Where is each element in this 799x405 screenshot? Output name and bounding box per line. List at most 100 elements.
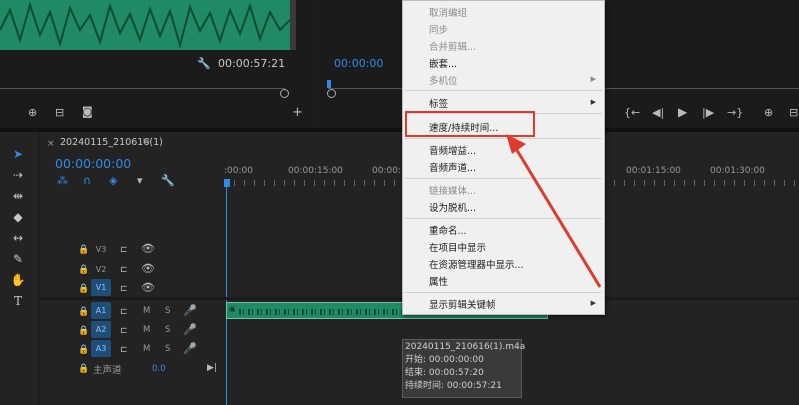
microphone-icon[interactable]: 🎤 [183,324,197,336]
audio-track-a1[interactable]: 🔒 A1 ⊏ M S 🎤 [40,302,224,321]
linked-selection-icon[interactable]: ◈ [109,175,117,187]
solo-button[interactable]: S [165,306,170,316]
waveform-graphic [0,1,291,49]
extract-icon[interactable]: ⊟ [789,107,798,119]
lock-icon[interactable]: 🔒 [78,344,89,356]
source-waveform [0,0,291,50]
mute-button[interactable]: M [143,325,150,335]
menu-item-link-media[interactable]: 链接媒体... [429,183,476,197]
menu-item-nest[interactable]: 嵌套... [429,56,457,70]
eye-icon[interactable]: 👁 [141,243,155,255]
go-to-in-icon[interactable]: {← [624,107,640,119]
menu-item-ungroup[interactable]: 取消编组 [429,5,467,19]
audio-track-a3[interactable]: 🔒 A3 ⊏ M S 🎤 [40,340,224,359]
track-select-tool-icon[interactable]: ⇢ [9,167,27,183]
timeline-timecode[interactable]: 00:00:00:00 [55,156,131,171]
source-monitor: 🔧 00:00:57:21 ⊕ ⊟ ◙ + [0,0,313,128]
track-label-a2[interactable]: A2 [91,321,111,338]
lock-icon[interactable]: 🔒 [78,325,89,337]
insert-icon[interactable]: ⊕ [28,107,37,119]
microphone-icon[interactable]: 🎤 [183,305,197,317]
track-label-v2[interactable]: V2 [91,261,111,278]
source-scrub-handle[interactable] [280,89,289,98]
submenu-arrow-icon: ▶ [590,98,596,106]
menu-item-merge-clips[interactable]: 合并剪辑... [429,39,476,53]
sync-lock-icon[interactable]: ⊏ [120,264,128,276]
master-track[interactable]: 🔒 主声道 0.0 ▶| [40,360,224,379]
add-button-icon[interactable]: + [292,106,303,119]
pen-tool-icon[interactable]: ✎ [9,251,27,267]
menu-item-multicam[interactable]: 多机位 [429,73,458,87]
menu-item-label[interactable]: 标签 [429,96,448,110]
sync-lock-icon[interactable]: ⊏ [120,283,128,295]
lock-icon[interactable]: 🔒 [78,283,89,295]
mute-button[interactable]: M [143,306,150,316]
submenu-arrow-icon: ▶ [590,299,596,307]
menu-item-audio-gain[interactable]: 音频增益... [429,143,476,157]
track-label-v3[interactable]: V3 [91,241,111,258]
menu-item-properties[interactable]: 属性 [429,274,448,288]
lift-icon[interactable]: ⊕ [764,107,773,119]
menu-item-rename[interactable]: 重命名... [429,223,467,237]
microphone-icon[interactable]: 🎤 [183,343,197,355]
selection-tool-icon[interactable]: ➤ [9,146,27,162]
eye-icon[interactable]: 👁 [141,263,155,275]
go-to-end-icon[interactable]: ▶| [207,362,217,374]
menu-item-reveal-in-project[interactable]: 在项目中显示 [429,240,486,254]
ruler-label: :00:00 [224,166,253,176]
track-label-a3[interactable]: A3 [91,340,111,357]
track-label-a1[interactable]: A1 [91,302,111,319]
snap-magnet-icon[interactable]: ∩ [83,175,91,187]
program-scrub-handle[interactable] [327,89,336,98]
slip-tool-icon[interactable]: ↔ [9,230,27,246]
menu-item-make-offline[interactable]: 设为脱机... [429,200,476,214]
lock-icon[interactable]: 🔒 [78,264,89,276]
sync-lock-icon[interactable]: ⊏ [120,325,128,337]
solo-button[interactable]: S [165,325,170,335]
step-back-icon[interactable]: ◀| [652,107,664,119]
source-scrub-bar[interactable] [0,88,285,89]
tools-panel: ➤ ⇢ ⇹ ◆ ↔ ✎ ✋ T [0,132,38,405]
track-label-v1[interactable]: V1 [91,279,111,296]
step-forward-icon[interactable]: |▶ [702,107,714,119]
sync-lock-icon[interactable]: ⊏ [120,244,128,256]
lock-icon[interactable]: 🔒 [78,244,89,256]
hand-tool-icon[interactable]: ✋ [9,272,27,288]
master-volume-value[interactable]: 0.0 [152,364,166,374]
eye-icon[interactable]: 👁 [141,282,155,294]
sync-lock-icon[interactable]: ⊏ [120,344,128,356]
lock-icon[interactable]: 🔒 [78,363,89,375]
menu-separator [405,292,602,293]
tab-menu-icon[interactable]: ≡ [142,136,150,147]
sync-lock-icon[interactable]: ⊏ [120,306,128,318]
go-to-out-icon[interactable]: →} [727,107,743,119]
ripple-edit-tool-icon[interactable]: ⇹ [9,188,27,204]
menu-item-synchronize[interactable]: 同步 [429,22,448,36]
annotation-arrow [506,134,602,288]
menu-item-audio-channels[interactable]: 音频声道... [429,160,476,174]
source-monitor-scrollbar[interactable] [290,0,296,50]
video-track-v1[interactable]: 🔒 V1 ⊏ 👁 [40,279,224,299]
lock-icon[interactable]: 🔒 [78,306,89,318]
menu-item-show-clip-keyframes[interactable]: 显示剪辑关键帧 [429,297,496,311]
master-label: 主声道 [93,365,122,376]
mute-button[interactable]: M [143,344,150,354]
add-marker-icon[interactable]: ▾ [137,175,143,187]
source-timecode[interactable]: 00:00:57:21 [218,57,285,70]
audio-track-a2[interactable]: 🔒 A2 ⊏ M S 🎤 [40,321,224,340]
program-playhead-marker[interactable] [327,80,331,88]
playhead-marker[interactable] [224,179,230,187]
solo-button[interactable]: S [165,344,170,354]
razor-tool-icon[interactable]: ◆ [9,209,27,225]
nest-toggle-icon[interactable]: ⁂ [57,175,68,187]
program-timecode[interactable]: 00:00:00 [334,57,383,70]
play-icon[interactable]: ▶ [678,106,687,118]
wrench-icon[interactable]: 🔧 [197,58,211,70]
video-track-v3[interactable]: 🔒 V3 ⊏ 👁 [40,240,224,260]
video-track-v2[interactable]: 🔒 V2 ⊏ 👁 [40,260,224,280]
close-tab-icon[interactable]: × [47,139,55,149]
camera-icon[interactable]: ◙ [82,106,93,118]
overwrite-icon[interactable]: ⊟ [55,107,64,119]
timeline-settings-icon[interactable]: 🔧 [161,175,175,187]
type-tool-icon[interactable]: T [9,293,27,309]
